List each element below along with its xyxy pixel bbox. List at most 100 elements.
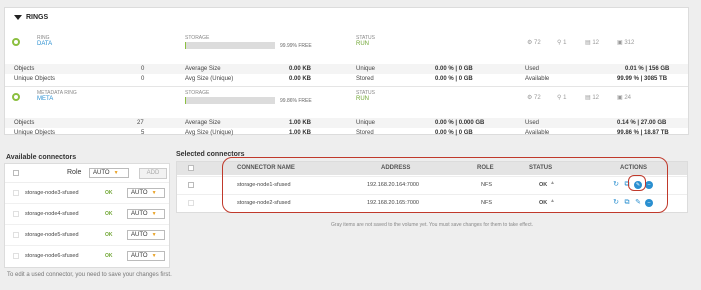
- storage-bar: [185, 97, 275, 104]
- stat-label: Available: [525, 130, 550, 136]
- connector-name: storage-node3-sfused: [25, 190, 79, 196]
- stat-value: 0.00 % | 0.000 GB: [435, 120, 485, 126]
- stat-value: 1: [563, 40, 567, 46]
- connector-status: OK: [105, 232, 113, 238]
- role-select[interactable]: AUTO ▼: [89, 168, 129, 178]
- ring-stats-row: Unique Objects 5 Avg Size (Unique) 1.00 …: [5, 128, 688, 138]
- chevron-down-icon: ▼: [151, 211, 157, 217]
- ring-data-block: RING DATA STORAGE 99.99% FREE STATUS RUN…: [5, 32, 688, 83]
- stat-value: 1: [563, 95, 567, 101]
- stat-value: 99.99 % | 3085 TB: [617, 76, 668, 82]
- stat-value: 0.00 % | 0 GB: [435, 76, 473, 82]
- rings-title: RINGS: [26, 14, 49, 21]
- server-icon: ▤ 12: [585, 95, 600, 101]
- connector-name: storage-node6-sfused: [25, 253, 79, 259]
- connector-role-value: AUTO: [131, 211, 148, 217]
- stat-label: Avg Size (Unique): [185, 130, 234, 136]
- row-checkbox[interactable]: [188, 200, 194, 206]
- connector-name: storage-node4-sfused: [25, 211, 79, 217]
- stat-label: Average Size: [185, 66, 221, 72]
- stat-value: 1.00 KB: [289, 130, 312, 136]
- role-label: Role: [67, 169, 82, 176]
- gear-icon: ⚙ 72: [527, 40, 541, 46]
- connector-checkbox[interactable]: [13, 253, 19, 259]
- stat-value: 0: [141, 76, 145, 82]
- ring-stats-row: Objects 27 Average Size 1.00 KB Unique 0…: [5, 118, 688, 128]
- ring-meta-block: METADATA RING META STORAGE 99.86% FREE S…: [5, 86, 688, 137]
- available-connectors-panel: Role AUTO ▼ ADD storage-node3-sfused OK A…: [4, 163, 170, 268]
- connector-role-select[interactable]: AUTO ▼: [127, 230, 165, 240]
- stat-label: Used: [525, 120, 540, 126]
- connector-status: OK: [105, 211, 113, 217]
- connector-role-select[interactable]: AUTO ▼: [127, 188, 165, 198]
- connector-role-value: AUTO: [131, 253, 148, 259]
- pin-icon: ⚲ 1: [557, 40, 567, 46]
- connector-status: OK: [105, 190, 113, 196]
- status-value: RUN: [356, 96, 369, 102]
- stat-label: Stored: [356, 76, 374, 82]
- stat-value: 1.00 KB: [289, 120, 312, 126]
- stat-value: 5: [141, 130, 145, 136]
- annotation-highlight-table: [222, 157, 668, 213]
- server-icon: ▤ 12: [585, 40, 600, 46]
- select-all-checkbox[interactable]: [188, 165, 194, 171]
- connector-checkbox[interactable]: [13, 232, 19, 238]
- list-item: storage-node3-sfused OK AUTO ▼: [5, 183, 169, 204]
- storage-bar-fill: [185, 42, 186, 49]
- connector-checkbox[interactable]: [13, 211, 19, 217]
- role-select-value: AUTO: [93, 170, 110, 176]
- list-item: storage-node6-sfused OK AUTO ▼: [5, 246, 169, 267]
- rings-panel: RINGS RING DATA STORAGE 99.99% FREE STAT…: [4, 7, 689, 137]
- disk-icon: ▣ 24: [617, 95, 632, 101]
- stat-label: Objects: [14, 120, 35, 126]
- stat-label: Unique Objects: [14, 130, 56, 136]
- stat-label: Unique Objects: [14, 76, 56, 82]
- stat-value: 0.14 % | 27.00 GB: [617, 120, 667, 126]
- connector-status: OK: [105, 253, 113, 259]
- stat-value: 0.00 % | 0 GB: [435, 130, 473, 136]
- pin-icon: ⚲ 1: [557, 95, 567, 101]
- row-checkbox[interactable]: [188, 182, 194, 188]
- chevron-down-icon: ▼: [151, 253, 157, 259]
- list-item: storage-node4-sfused OK AUTO ▼: [5, 204, 169, 225]
- available-header: Role AUTO ▼ ADD: [5, 164, 169, 183]
- ring-stats-row: Objects 0 Average Size 0.00 KB Unique 0.…: [5, 64, 688, 74]
- status-value: RUN: [356, 41, 369, 47]
- select-all-checkbox[interactable]: [13, 170, 19, 176]
- stat-value: 72: [534, 40, 541, 46]
- list-item: storage-node5-sfused OK AUTO ▼: [5, 225, 169, 246]
- free-percent: 99.86% FREE: [280, 98, 312, 104]
- chevron-down-icon: ▼: [151, 190, 157, 196]
- stat-value: 12: [592, 40, 600, 46]
- selected-note: Gray items are not saved to the volume y…: [331, 222, 533, 228]
- stat-label: Avg Size (Unique): [185, 76, 234, 82]
- stat-value: 312: [624, 40, 635, 46]
- ring-name[interactable]: META: [37, 96, 53, 102]
- ring-status-circle-icon: [12, 93, 20, 101]
- stat-value: 72: [534, 95, 541, 101]
- connector-checkbox[interactable]: [13, 190, 19, 196]
- available-connectors-title: Available connectors: [6, 154, 77, 161]
- stat-value: 0.00 KB: [289, 66, 312, 72]
- ring-status-circle-icon: [12, 38, 20, 46]
- chevron-down-icon: ▼: [151, 232, 157, 238]
- stat-label: Objects: [14, 66, 35, 72]
- connector-role-select[interactable]: AUTO ▼: [127, 209, 165, 219]
- stat-label: Unique: [356, 66, 376, 72]
- stat-value: 0.01 % | 156 GB: [625, 66, 670, 72]
- stat-label: Stored: [356, 130, 374, 136]
- rings-section-header[interactable]: RINGS: [14, 14, 48, 21]
- annotation-highlight-edit-button: [628, 175, 646, 191]
- available-note: To edit a used connector, you need to sa…: [7, 272, 172, 278]
- connector-role-select[interactable]: AUTO ▼: [127, 251, 165, 261]
- add-button[interactable]: ADD: [139, 168, 167, 179]
- stat-value: 0.00 KB: [289, 76, 312, 82]
- stat-value: 0: [141, 66, 145, 72]
- ring-stats-row: Unique Objects 0 Avg Size (Unique) 0.00 …: [5, 74, 688, 84]
- connector-role-value: AUTO: [131, 232, 148, 238]
- ring-name[interactable]: DATA: [37, 41, 52, 47]
- connector-role-value: AUTO: [131, 190, 148, 196]
- stat-value: 27: [137, 120, 144, 126]
- collapse-triangle-icon[interactable]: [14, 14, 22, 20]
- stat-label: Average Size: [185, 120, 221, 126]
